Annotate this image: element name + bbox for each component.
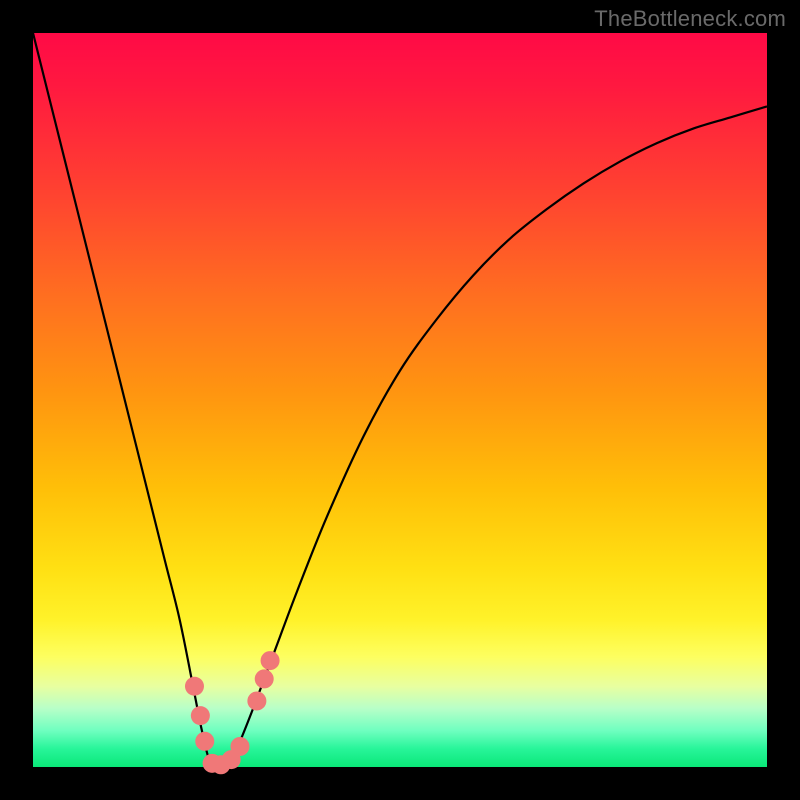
marker-group (185, 651, 280, 774)
marker-left-mid (191, 706, 210, 725)
marker-right-low (247, 691, 266, 710)
plot-area (33, 33, 767, 767)
bottleneck-curve (33, 33, 767, 768)
marker-bottom-4 (230, 737, 249, 756)
chart-svg (33, 33, 767, 767)
marker-right-mid (255, 669, 274, 688)
marker-left-low (195, 732, 214, 751)
marker-right-upper (261, 651, 280, 670)
marker-left-upper (185, 677, 204, 696)
watermark-text: TheBottleneck.com (594, 6, 786, 32)
chart-frame: TheBottleneck.com (0, 0, 800, 800)
